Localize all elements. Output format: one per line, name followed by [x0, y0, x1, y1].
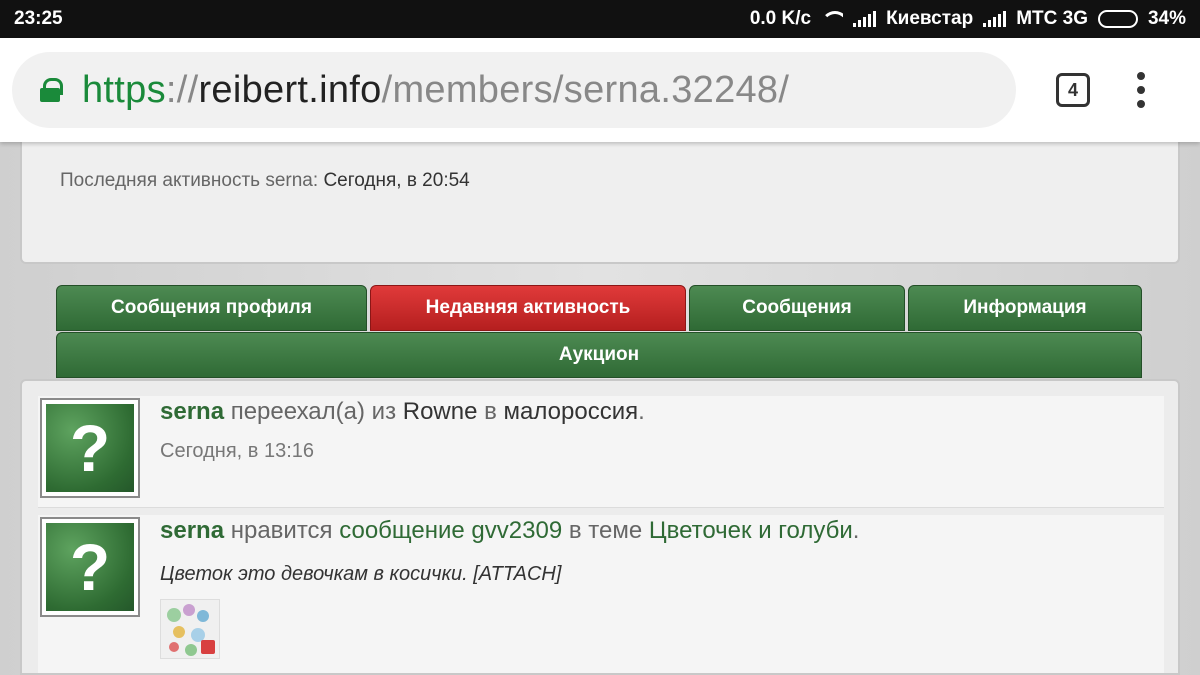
activity-feed: ? serna переехал(а) из Rowne в малоросси…: [20, 379, 1180, 675]
tab-recent-activity[interactable]: Недавняя активность: [370, 285, 686, 331]
profile-tabs-row2: Аукцион: [56, 332, 1142, 378]
activity-title: serna переехал(а) из Rowne в малороссия.: [160, 398, 645, 426]
address-bar[interactable]: https://reibert.info/members/serna.32248…: [12, 52, 1016, 128]
clock: 23:25: [14, 8, 63, 29]
url-host: reibert.info: [198, 68, 382, 111]
page-content: Последняя активность serna: Сегодня, в 2…: [0, 142, 1200, 675]
carrier-2: МТС 3G: [1016, 8, 1088, 29]
wifi-icon: [821, 11, 844, 27]
question-mark-avatar-icon: ?: [46, 523, 134, 611]
last-activity-label: Последняя активность serna:: [60, 170, 319, 191]
activity-text: .: [852, 517, 860, 544]
activity-text: в теме: [562, 517, 649, 544]
profile-tabs: Сообщения профиля Недавняя активность Со…: [56, 285, 1142, 331]
username-link[interactable]: serna: [160, 517, 224, 544]
post-quote: Цветок это девочкам в косички. [ATTACH]: [160, 563, 562, 585]
place-to: малороссия: [503, 398, 639, 425]
activity-text: нравится: [224, 517, 340, 544]
profile-info-panel: Последняя активность serna: Сегодня, в 2…: [20, 142, 1180, 264]
battery-icon: [1097, 10, 1138, 28]
url-path: /members/serna.32248/: [381, 68, 790, 111]
username-link[interactable]: serna: [160, 398, 224, 425]
url-scheme: https: [82, 68, 166, 111]
activity-title: serna нравится сообщение gvv2309 в теме …: [160, 517, 859, 545]
network-speed: 0.0 K/c: [749, 8, 812, 29]
activity-time: Сегодня, в 13:16: [160, 440, 314, 462]
question-mark-avatar-icon: ?: [46, 404, 134, 492]
post-link[interactable]: сообщение gvv2309: [339, 517, 562, 544]
tab-switcher-button[interactable]: 4: [1056, 73, 1090, 107]
activity-text: переехал(а) из: [224, 398, 403, 425]
thread-link[interactable]: Цветочек и голуби: [649, 517, 853, 544]
status-bar: 23:25 0.0 K/c Киевстар МТС 3G 34%: [0, 0, 1200, 38]
tab-auction[interactable]: Аукцион: [56, 332, 1142, 378]
url-separator: ://: [165, 68, 199, 111]
carrier-1: Киевстар: [886, 8, 974, 29]
tab-information[interactable]: Информация: [908, 285, 1142, 331]
more-vert-icon[interactable]: [1136, 72, 1146, 108]
activity-text: .: [638, 398, 645, 425]
tab-messages[interactable]: Сообщения: [689, 285, 905, 331]
signal-icon: [983, 11, 1007, 27]
avatar[interactable]: ?: [40, 398, 140, 498]
attachment-thumbnail[interactable]: [160, 599, 220, 659]
tab-profile-posts[interactable]: Сообщения профиля: [56, 285, 367, 331]
avatar[interactable]: ?: [40, 517, 140, 617]
activity-text: в: [477, 398, 504, 425]
battery-percent: 34%: [1147, 8, 1186, 29]
lock-icon[interactable]: [40, 78, 63, 102]
last-activity-value: Сегодня, в 20:54: [323, 170, 470, 191]
last-activity: Последняя активность serna: Сегодня, в 2…: [60, 170, 470, 192]
browser-toolbar: https://reibert.info/members/serna.32248…: [0, 38, 1200, 142]
signal-icon: [853, 11, 877, 27]
list-item: ? serna переехал(а) из Rowne в малоросси…: [38, 396, 1164, 508]
status-indicators: 0.0 K/c Киевстар МТС 3G 34%: [750, 8, 1186, 30]
place-from: Rowne: [402, 398, 478, 425]
list-item: ? serna нравится сообщение gvv2309 в тем…: [38, 515, 1164, 673]
